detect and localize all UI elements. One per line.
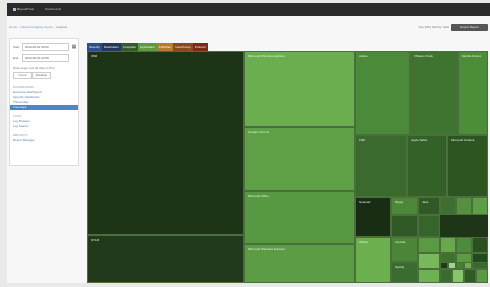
treemap-tile-wmi[interactable]: WMI — [87, 51, 244, 235]
treemap-tile-label: WMI — [91, 54, 98, 58]
treemap-tile-vmware-tools[interactable]: VMware Tools — [410, 51, 458, 135]
treemap-tile[interactable] — [418, 253, 440, 269]
app-name: BeyondTrust — [17, 7, 34, 11]
treemap-tile-microsoft-windows-explorer[interactable]: Microsoft Windows Explorer — [244, 51, 355, 127]
result-meta: Top 100 | Sort by: Size — [418, 25, 449, 29]
breadcrumb-current: Analysis — [55, 25, 68, 29]
treemap-tile-mozilla-firefox[interactable]: Mozilla Firefox — [458, 51, 488, 135]
start-date-label: Start — [13, 45, 20, 49]
treemap-tile-label: VMware Tools — [414, 54, 433, 58]
app-window: BeyondTrust Dashboards Home›Threat & Int… — [7, 3, 490, 283]
treemap-tile[interactable] — [391, 215, 418, 237]
toggle-count[interactable]: Count — [13, 72, 32, 79]
treemap-tile-lwp[interactable]: LWP — [355, 135, 407, 197]
treemap-tile-winzip[interactable]: Winzip — [355, 237, 391, 283]
calendar-icon[interactable]: ▦ — [71, 44, 77, 50]
treemap-tile-ntlm[interactable]: NTLM — [87, 235, 244, 283]
breadcrumb-separator: › — [18, 25, 20, 29]
nav-heading-logs: Logs — [13, 114, 22, 118]
treemap-tile-label: Acrobat — [395, 240, 406, 244]
treemap-tile-label: Adobe — [359, 54, 368, 58]
treemap-tile-adobe[interactable]: Adobe — [355, 51, 410, 135]
treemap-tile[interactable] — [418, 215, 440, 237]
treemap-tile-microsoft-outlook[interactable]: Microsoft Outlook — [447, 135, 488, 197]
treemap-tile[interactable] — [418, 269, 440, 283]
treemap-tile-label: Java — [422, 200, 429, 204]
treemap-tile-java[interactable]: Java — [418, 197, 440, 215]
app-logo[interactable]: BeyondTrust — [13, 7, 37, 11]
nav-treemaps[interactable]: Treemaps — [10, 105, 78, 110]
top-right-info — [377, 7, 477, 11]
treemap-tile[interactable] — [440, 262, 448, 269]
nav-report-manager[interactable]: Report Manager — [13, 138, 77, 143]
treemap-tile-label: NTLM — [91, 238, 100, 242]
treemap-tile[interactable] — [472, 197, 488, 215]
tab-computer[interactable]: Computer — [120, 43, 139, 51]
metric-toggle: Count Duration — [13, 72, 51, 79]
end-date-row: End 2013-06-30 23:59 — [13, 54, 77, 62]
treemap-tile[interactable] — [418, 237, 440, 253]
treemap-tile-label: Winzip — [359, 240, 369, 244]
tab-publisher[interactable]: Publisher — [156, 43, 174, 51]
treemap-tile-notepad[interactable]: Notepad — [355, 197, 391, 237]
treemap-tile[interactable] — [448, 262, 456, 269]
top-nav-dashboards[interactable]: Dashboards — [45, 7, 63, 11]
tab-destination[interactable]: Destination — [101, 43, 121, 51]
treemap-tile[interactable] — [452, 269, 464, 283]
breadcrumb-home[interactable]: Home — [9, 25, 17, 29]
top-navigation-bar: BeyondTrust Dashboards — [7, 3, 490, 16]
treemap-tile-label: Apple Safari — [411, 138, 428, 142]
treemap-tile[interactable] — [472, 237, 488, 253]
breadcrumb: Home›Threat & Integrity Layout›Analysis — [9, 25, 119, 30]
application-treemap: WMI NTLM Microsoft Windows Explorer Google … — [87, 51, 488, 283]
breadcrumb-layout[interactable]: Threat & Integrity Layout — [20, 25, 53, 29]
grouping-tabs: Severity Destination Computer Application Pu… — [87, 43, 208, 51]
treemap-tile-microsoft-office[interactable]: Microsoft Office — [244, 191, 355, 244]
nav-heading-reports: Reports — [13, 133, 28, 137]
treemap-tile[interactable] — [440, 269, 452, 283]
treemap-tile[interactable] — [472, 262, 488, 269]
tab-protocol[interactable]: Protocol — [192, 43, 208, 51]
date-range-note: Date range: last 30 days (UTC) — [13, 66, 55, 70]
treemap-tile-spotify[interactable]: Spotify — [391, 262, 418, 283]
treemap-tile-label: LWP — [359, 138, 366, 142]
treemap-tile[interactable] — [476, 269, 488, 283]
end-date-label: End — [13, 56, 19, 60]
export-report-button[interactable]: Export Report — [451, 24, 488, 31]
treemap-tile-label: Microsoft Outlook — [451, 138, 475, 142]
treemap-tile[interactable] — [464, 269, 476, 283]
treemap-tile-label: Microsoft Windows Explorer — [248, 54, 286, 58]
treemap-tile[interactable] — [464, 262, 472, 269]
sidebar: Start 2013-06-01 00:00 ▦ End 2013-06-30 … — [9, 38, 79, 166]
treemap-tile-label: Mozilla Firefox — [462, 54, 482, 58]
treemap-tile-label: Microsoft Office — [248, 194, 269, 198]
treemap-tile[interactable] — [440, 237, 456, 253]
treemap-tile-google-chrome[interactable]: Google Chrome — [244, 127, 355, 191]
tab-application[interactable]: Application — [138, 43, 157, 51]
logo-icon — [13, 7, 16, 11]
treemap-tile-label: Spotify — [395, 265, 405, 269]
treemap-tile-label: Microsoft Windows Explorer — [248, 247, 286, 251]
treemap-tile-acrobat[interactable]: Acrobat — [391, 237, 418, 262]
start-date-input[interactable]: 2013-06-01 00:00 — [22, 43, 69, 51]
treemap-tile[interactable] — [456, 237, 472, 253]
treemap-tile-label: Skype — [395, 200, 404, 204]
treemap-tile-label: Notepad — [359, 200, 371, 204]
end-date-input[interactable]: 2013-06-30 23:59 — [22, 54, 69, 62]
toggle-duration[interactable]: Duration — [32, 72, 51, 79]
treemap-tile-apple-safari[interactable]: Apple Safari — [407, 135, 447, 197]
nav-heading-dashboards: Dashboards — [13, 85, 35, 89]
breadcrumb-separator: › — [53, 25, 55, 29]
treemap-tile[interactable] — [440, 197, 456, 215]
start-date-row: Start 2013-06-01 00:00 ▦ — [13, 43, 77, 51]
tab-user-group[interactable]: User/Group — [173, 43, 193, 51]
treemap-tile-label: Google Chrome — [248, 130, 270, 134]
tab-severity[interactable]: Severity — [87, 43, 102, 51]
treemap-tile[interactable] — [456, 197, 472, 215]
treemap-tile-microsoft-windows-explorer[interactable]: Microsoft Windows Explorer — [244, 244, 355, 283]
nav-log-search[interactable]: Log Search — [13, 124, 77, 129]
treemap-tile[interactable] — [456, 262, 464, 269]
treemap-tile-skype[interactable]: Skype — [391, 197, 418, 215]
